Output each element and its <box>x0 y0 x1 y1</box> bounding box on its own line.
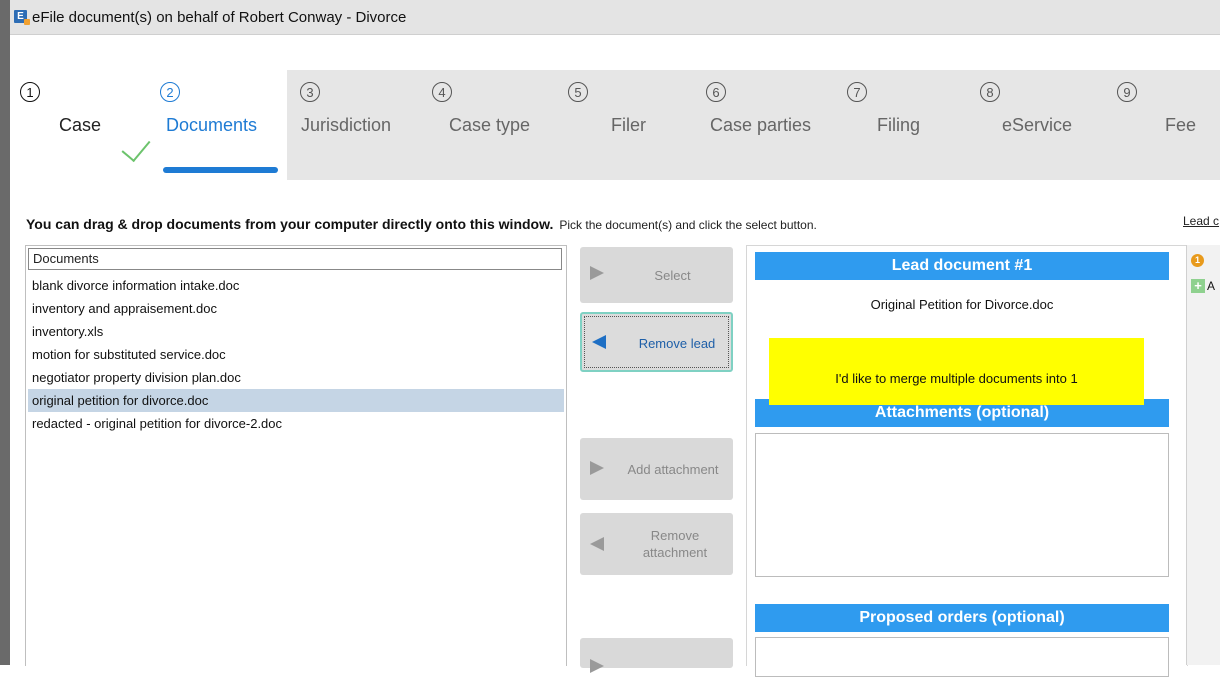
select-button-label: Select <box>654 268 691 283</box>
plus-icon[interactable]: + <box>1191 279 1205 293</box>
tab-label: eService <box>1002 115 1073 135</box>
tab-label: Case parties <box>710 115 812 135</box>
window-left-edge <box>0 0 10 665</box>
tab-documents[interactable]: 2 Documents <box>160 70 285 180</box>
pick-hint: Pick the document(s) and click the selec… <box>559 218 817 232</box>
remove-attachment-label: Remove attachment <box>620 527 730 561</box>
tab-fee[interactable]: 9 Fee <box>1117 70 1207 180</box>
instruction-text: You can drag & drop documents from your … <box>26 216 817 232</box>
title-bar: E eFile document(s) on behalf of Robert … <box>10 0 1220 35</box>
documents-panel: Documents blank divorce information inta… <box>25 245 567 666</box>
list-item-selected[interactable]: original petition for divorce.doc <box>28 389 564 412</box>
side-panel: 1 + A <box>1186 245 1220 665</box>
step-number: 1 <box>20 82 40 102</box>
step-number: 3 <box>300 82 320 102</box>
remove-attachment-button[interactable]: Remove attachment <box>580 513 733 575</box>
documents-header: Documents <box>28 248 562 270</box>
list-item[interactable]: inventory and appraisement.doc <box>28 297 564 320</box>
step-number: 2 <box>160 82 180 102</box>
tab-label: Documents <box>166 115 258 135</box>
list-item[interactable]: motion for substituted service.doc <box>28 343 564 366</box>
tab-label: Case type <box>449 115 531 135</box>
step-number: 5 <box>568 82 588 102</box>
tab-case-type[interactable]: 4 Case type <box>432 70 552 180</box>
app-icon: E <box>14 10 30 25</box>
remove-attachment-line-1: Remove <box>650 528 700 543</box>
tab-label: Fee <box>1165 115 1197 135</box>
lead-document-name[interactable]: Original Petition for Divorce.doc <box>755 297 1169 312</box>
efile-window: E eFile document(s) on behalf of Robert … <box>0 0 1220 677</box>
proposed-orders-list[interactable] <box>755 637 1169 677</box>
add-attachment-label: Add attachment <box>627 462 719 477</box>
list-item[interactable]: negotiator property division plan.doc <box>28 366 564 389</box>
remove-attachment-line-2: attachment <box>642 545 708 560</box>
tab-filing[interactable]: 7 Filing <box>847 70 937 180</box>
documents-list: blank divorce information intake.doc inv… <box>28 274 564 435</box>
tab-filer[interactable]: 5 Filer <box>568 70 658 180</box>
select-button[interactable]: Select <box>580 247 733 303</box>
step-number: 8 <box>980 82 1000 102</box>
lead-attachments-panel: Lead document #1 Original Petition for D… <box>746 245 1188 677</box>
tab-label: Jurisdiction <box>301 115 392 135</box>
drag-drop-hint: You can drag & drop documents from your … <box>26 216 554 232</box>
list-item[interactable]: inventory.xls <box>28 320 564 343</box>
arrow-right-icon <box>590 659 604 673</box>
tab-eservice[interactable]: 8 eService <box>980 70 1090 180</box>
warning-badge-icon: 1 <box>1191 254 1204 267</box>
lead-document-header: Lead document #1 <box>755 252 1169 280</box>
wizard-steps: 1 Case 2 Documents 3 Jurisdiction 4 Case… <box>10 70 1220 180</box>
checkmark-icon <box>121 131 151 163</box>
step-number: 9 <box>1117 82 1137 102</box>
list-item[interactable]: redacted - original petition for divorce… <box>28 412 564 435</box>
arrow-left-icon <box>592 335 606 349</box>
add-attachment-button[interactable]: Add attachment <box>580 438 733 500</box>
active-tab-indicator <box>163 167 278 173</box>
lead-document-link[interactable]: Lead c <box>1183 214 1219 228</box>
annotation-note: I'd like to merge multiple documents int… <box>769 338 1144 405</box>
arrow-right-icon <box>590 266 604 280</box>
proposed-order-select-button[interactable] <box>580 638 733 673</box>
tab-case[interactable]: 1 Case <box>20 70 151 180</box>
step-number: 4 <box>432 82 452 102</box>
attachments-list[interactable] <box>755 433 1169 577</box>
list-item[interactable]: blank divorce information intake.doc <box>28 274 564 297</box>
tab-label: Filer <box>611 115 646 135</box>
window-title: eFile document(s) on behalf of Robert Co… <box>32 9 407 26</box>
tab-case-parties[interactable]: 6 Case parties <box>706 70 836 180</box>
step-number: 6 <box>706 82 726 102</box>
step-number: 7 <box>847 82 867 102</box>
remove-lead-button[interactable]: Remove lead <box>580 312 733 372</box>
tab-label: Case <box>59 115 102 135</box>
remove-lead-label: Remove lead <box>638 336 716 351</box>
arrow-left-icon <box>590 537 604 551</box>
proposed-orders-header: Proposed orders (optional) <box>755 604 1169 632</box>
tab-jurisdiction[interactable]: 3 Jurisdiction <box>300 70 420 180</box>
arrow-right-icon <box>590 461 604 475</box>
side-panel-label: A <box>1207 279 1216 293</box>
tab-label: Filing <box>877 115 921 135</box>
